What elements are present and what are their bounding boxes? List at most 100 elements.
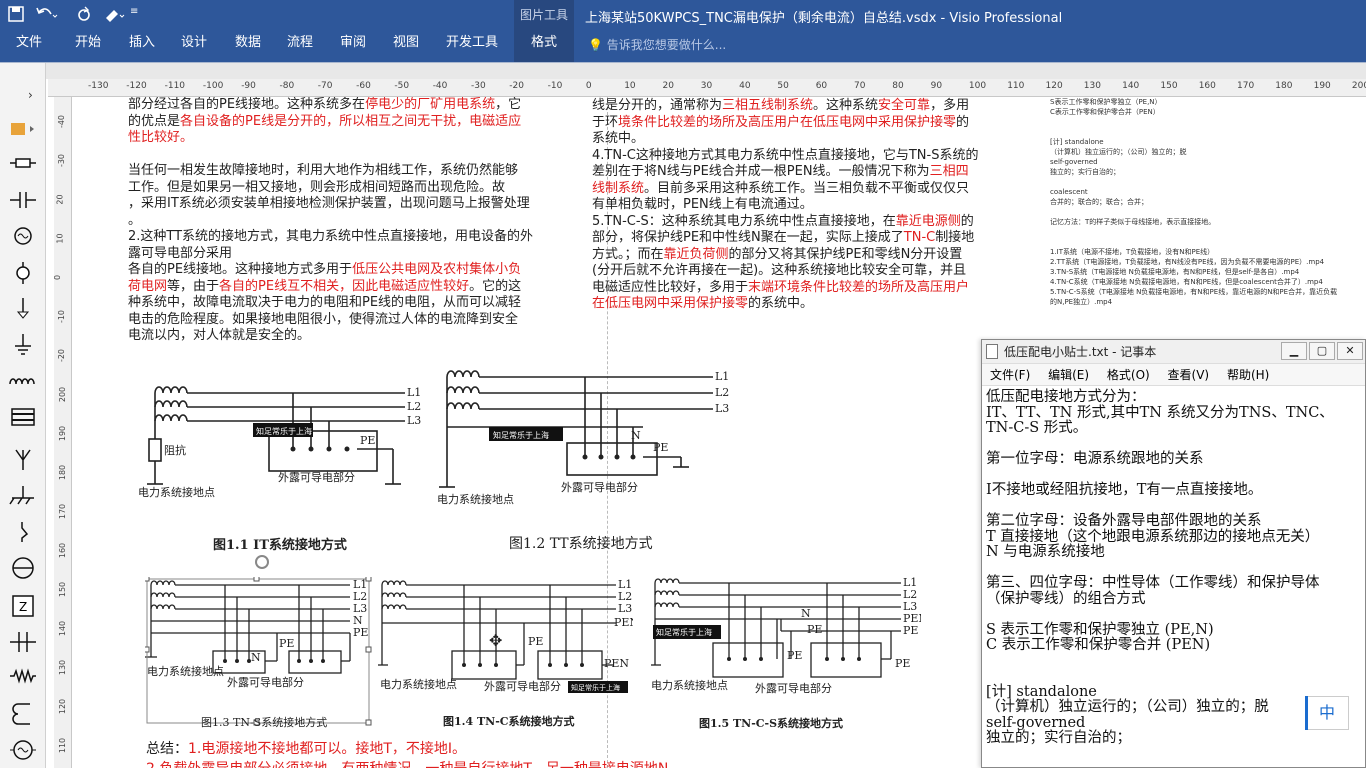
close-button[interactable]: ✕ <box>1337 342 1363 360</box>
earth-icon[interactable] <box>8 334 38 358</box>
transformer-icon[interactable] <box>8 406 38 430</box>
tab-format[interactable]: 格式 <box>514 30 574 62</box>
figure-tnc-system[interactable]: 知足常乐于上海 L1 L2 L3 PEN PE PEN 外露可导电部分 电力系统… <box>378 577 633 727</box>
format-painter-icon[interactable] <box>104 6 126 26</box>
menu-edit[interactable]: 编辑(E) <box>1048 368 1089 382</box>
label-n: N <box>251 651 261 664</box>
tab-process[interactable]: 流程 <box>287 30 313 62</box>
antenna-icon[interactable] <box>8 448 38 472</box>
tab-home[interactable]: 开始 <box>75 30 101 62</box>
minimize-button[interactable]: ▁ <box>1281 342 1307 360</box>
label-exposed-parts: 外露可导电部分 <box>278 470 355 484</box>
expand-panel-icon[interactable]: › <box>28 88 40 112</box>
chassis-ground-icon[interactable] <box>8 484 38 508</box>
tab-developer[interactable]: 开发工具 <box>446 30 498 62</box>
rotate-handle-icon[interactable] <box>255 555 269 569</box>
text-line: 电击的危险程度。如果接地电阻很小，使得流过人体的电流降到安全 <box>128 311 519 327</box>
summary-text[interactable]: 总结：1.电源接地不接地都可以。接地T，不接地I。 2.负载外露导电部分必须接地… <box>146 738 668 768</box>
label-l3: L3 <box>407 414 421 427</box>
tab-view[interactable]: 视图 <box>393 30 419 62</box>
caption-fig-1-1: 图1.1 IT系统接地方式 <box>213 538 347 553</box>
label-source-point: 电力系统接地点 <box>138 486 215 499</box>
text-line: 工作。但是如果另一相又接地，则会形成相间短路而出现危险。故 <box>128 179 506 195</box>
ime-indicator[interactable]: 中 <box>1305 696 1349 730</box>
resistor-icon[interactable] <box>8 666 38 690</box>
figure-tns-system[interactable]: L1 L2 L3 N PE PE N 外露可导电部分 电力系统接地点 <box>145 577 375 727</box>
tell-me-box[interactable]: 💡 告诉我您想要做什么... <box>588 36 726 53</box>
notepad-line: 第一位字母：电源系统跟地的关系 <box>986 451 1204 467</box>
fuse-icon[interactable] <box>8 153 38 177</box>
ruler-tick: 200 <box>1351 81 1366 91</box>
notepad-line <box>986 468 1361 484</box>
highlighted-text: 安全可靠 <box>878 98 931 113</box>
notepad-titlebar[interactable]: 低压配电小贴士.txt - 记事本 ▁ ▢ ✕ <box>982 340 1365 364</box>
caption-fig-1-3: 图1.3 TN-S系统接地方式 <box>201 716 328 729</box>
highlighted-text: 荷电网 <box>128 278 168 294</box>
label-pen: PEN <box>614 616 633 629</box>
text-line: 当任何一相发生故障接地时，利用大地作为相线工作，系统仍然能够 <box>128 163 519 178</box>
highlighted-text: 三相四 <box>929 164 969 179</box>
ruler-tick: -100 <box>202 81 224 91</box>
text-line: 部分经过各自的PE线接地。这种系统多在停电少的厂矿用电系统，它 <box>128 97 522 112</box>
note-line <box>1050 207 1366 217</box>
ruler-tick: -10 <box>547 81 563 91</box>
tab-data[interactable]: 数据 <box>235 30 261 62</box>
ribbon-tabs: 文件 开始 插入 设计 数据 流程 审阅 视图 开发工具 格式 💡 告诉我您想要… <box>0 30 1366 62</box>
ruler-tick: 130 <box>1083 81 1101 91</box>
ruler-tick: 40 <box>739 81 751 91</box>
ruler-tick: 160 <box>1198 81 1216 91</box>
generator-icon[interactable] <box>8 738 38 762</box>
maximize-button[interactable]: ▢ <box>1309 342 1335 360</box>
menu-format[interactable]: 格式(O) <box>1107 368 1150 382</box>
notepad-line: S 表示工作零和保护零独立 (PE,N) <box>986 621 1214 638</box>
inductor-icon[interactable] <box>8 370 38 394</box>
note-line: self-governed <box>1050 158 1098 166</box>
figure-it-system[interactable]: 知足常乐于上海 L1 L2 L3 PE 阻抗 外露可导电部分 电力系统接地点 <box>135 379 435 549</box>
tab-review[interactable]: 审阅 <box>340 30 366 62</box>
capacitor-icon[interactable] <box>8 190 38 214</box>
text-block-left[interactable]: 部分经过各自的PE线接地。这种系统多在停电少的厂矿用电系统，它 的优点是各自设备的… <box>128 97 563 345</box>
highlighted-text: 性比较好。 <box>128 130 194 145</box>
note-line: [计] standalone <box>1050 138 1104 146</box>
text-line: 电磁适应性比较好，多用于末端环境条件比较差的场所及高压用户 <box>592 279 970 295</box>
menu-file[interactable]: 文件(F) <box>990 368 1030 382</box>
horizontal-ruler: -130 -120 -110 -100 -90 -80 -70 -60 -50 -40 -30 -20… <box>48 79 1366 97</box>
meter-icon[interactable] <box>8 556 38 580</box>
undo-icon[interactable] <box>36 6 58 26</box>
figure-tt-system[interactable]: 知足常乐于上海 L1 L2 L3 N PE 外露可导电部分 电力系统接地点 <box>433 367 753 537</box>
stencil-folder-icon[interactable] <box>8 119 38 143</box>
ruler-tick: 190 <box>58 425 68 442</box>
text-line: 方式。；而在靠近负荷侧的部分又将其保护线PE和零线N分开设置 <box>592 246 963 262</box>
notes-block[interactable]: S表示工作零和保护零独立（PE,N） C表示工作零和保护零合并（PEN） [计] … <box>1050 97 1366 327</box>
text-line: 线是分开的，通常称为三相五线制系统。这种系统安全可靠，多用 <box>592 98 970 113</box>
text-block-right[interactable]: 线是分开的，通常称为三相五线制系统。这种系统安全可靠，多用 于环境条件比较差的场所… <box>592 98 1012 313</box>
document-title: 上海某站50KWPCS_TNC漏电保护（剩余电流）自总结.vsdx - Visi… <box>585 11 1063 26</box>
text-line <box>128 147 563 164</box>
save-icon[interactable] <box>8 6 24 26</box>
notepad-title: 低压配电小贴士.txt - 记事本 <box>1004 345 1157 359</box>
ac-source-icon[interactable] <box>8 226 38 250</box>
menu-help[interactable]: 帮助(H) <box>1227 368 1269 382</box>
coil-icon[interactable] <box>8 702 38 726</box>
source-node-icon[interactable] <box>8 262 38 286</box>
tab-insert[interactable]: 插入 <box>129 30 155 62</box>
text-line: 4.TN-C这种接地方式其电力系统中性点直接接地，它与TN-S系统的 <box>592 147 979 163</box>
impedance-icon[interactable]: Z <box>8 594 38 618</box>
tab-design[interactable]: 设计 <box>181 30 207 62</box>
ruler-tick: 20 <box>55 194 65 205</box>
customize-qat-icon[interactable]: ≡ <box>130 6 138 17</box>
figure-tncs-system[interactable]: 知足常乐于上海 L1 L2 L3 PEN PE N PE PE PE 外露可导电… <box>651 577 921 727</box>
ruler-tick: 170 <box>58 503 68 520</box>
tab-file[interactable]: 文件 <box>16 30 42 62</box>
ground-icon[interactable] <box>8 298 38 322</box>
label-pe: PE <box>279 637 294 650</box>
label-n: N <box>801 607 811 620</box>
label-pe: PE <box>653 441 668 454</box>
ruler-tick: -10 <box>57 309 67 324</box>
busbar-icon[interactable] <box>8 630 38 654</box>
menu-view[interactable]: 查看(V) <box>1168 368 1210 382</box>
redo-icon[interactable] <box>76 6 92 26</box>
switch-icon[interactable] <box>8 520 38 544</box>
text-line: 系统中。 <box>592 131 645 146</box>
ruler-tick: -30 <box>57 153 67 168</box>
